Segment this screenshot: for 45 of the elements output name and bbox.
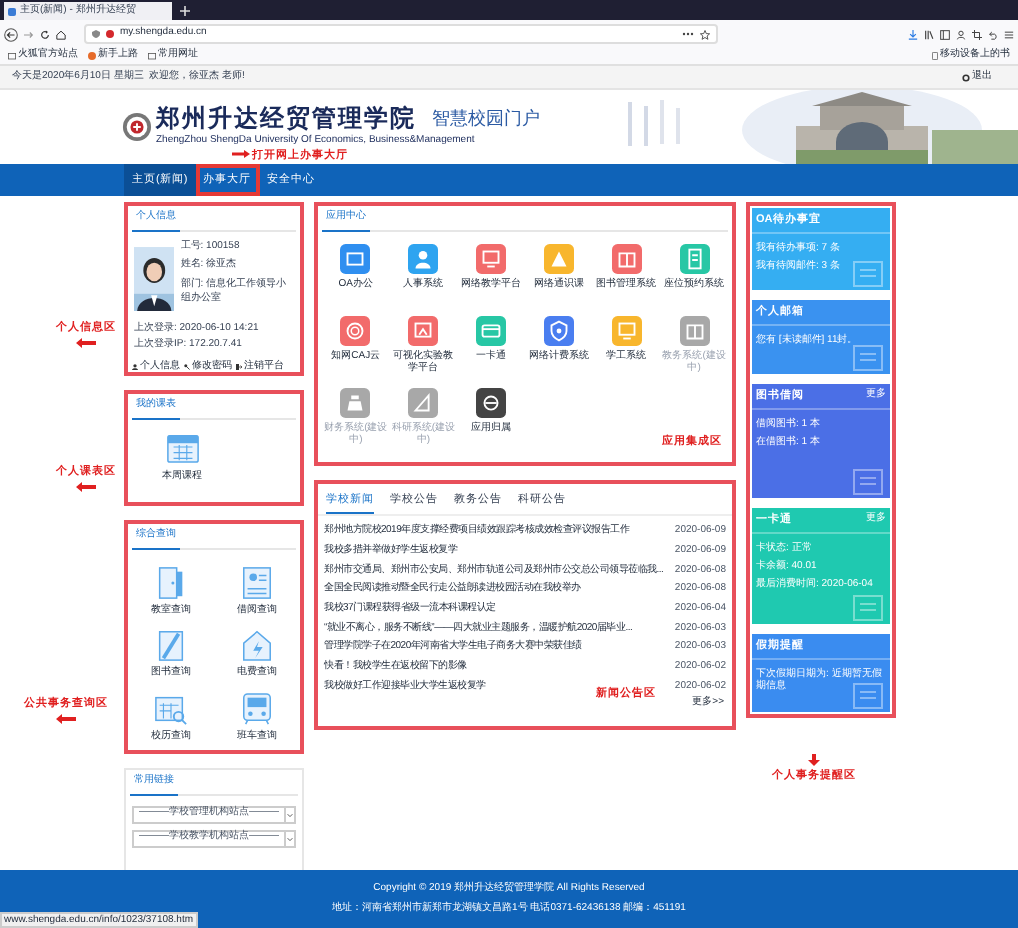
- school-name: 郑州升达经贸管理学院: [156, 106, 416, 133]
- calendar-search-icon: [154, 691, 188, 725]
- decoration-icon: [850, 260, 886, 288]
- key-icon: [184, 363, 190, 370]
- calendar-icon: [165, 429, 199, 463]
- undo-icon[interactable]: [988, 29, 998, 39]
- new-tab-icon[interactable]: [180, 6, 190, 16]
- page-icon: [8, 7, 16, 15]
- folder-icon: [8, 52, 16, 60]
- gear-icon: [962, 73, 970, 81]
- sidebar-icon[interactable]: [940, 29, 950, 39]
- school-emblem-icon: [122, 112, 152, 142]
- account-icon[interactable]: [956, 29, 966, 39]
- star-icon[interactable]: [700, 29, 710, 39]
- screenshot-icon[interactable]: [972, 29, 982, 39]
- dropdown-icon: [284, 807, 294, 821]
- globe-icon: [88, 52, 96, 60]
- home-icon[interactable]: [56, 29, 66, 39]
- portal-title: 智慧校园门户: [432, 106, 540, 132]
- house-bolt-icon: [240, 628, 274, 662]
- sign-out-icon: [236, 363, 242, 370]
- decoration-icon: [850, 682, 886, 710]
- left-arrow-icon: [56, 714, 76, 725]
- left-arrow-icon: [76, 338, 96, 349]
- phone-icon: [932, 52, 938, 60]
- shield-icon: [92, 30, 100, 38]
- right-arrow-icon: [232, 150, 250, 158]
- book-icon: [154, 628, 188, 662]
- id-card-icon: [240, 565, 274, 599]
- bus-icon: [240, 691, 274, 725]
- site-icon: [106, 30, 114, 38]
- decoration-icon: [850, 344, 886, 372]
- reload-icon[interactable]: [40, 29, 50, 39]
- library-icon[interactable]: [924, 29, 934, 39]
- download-icon[interactable]: [908, 29, 918, 39]
- menu-icon[interactable]: [1004, 29, 1014, 39]
- down-arrow-icon: [808, 754, 820, 766]
- decoration-icon: [850, 594, 886, 622]
- user-icon: [132, 363, 138, 370]
- folder-icon: [148, 52, 156, 60]
- door-icon: [154, 565, 188, 599]
- dropdown-icon: [284, 831, 294, 845]
- decoration-icon: [850, 468, 886, 496]
- back-icon[interactable]: [4, 27, 18, 41]
- left-arrow-icon: [76, 482, 96, 493]
